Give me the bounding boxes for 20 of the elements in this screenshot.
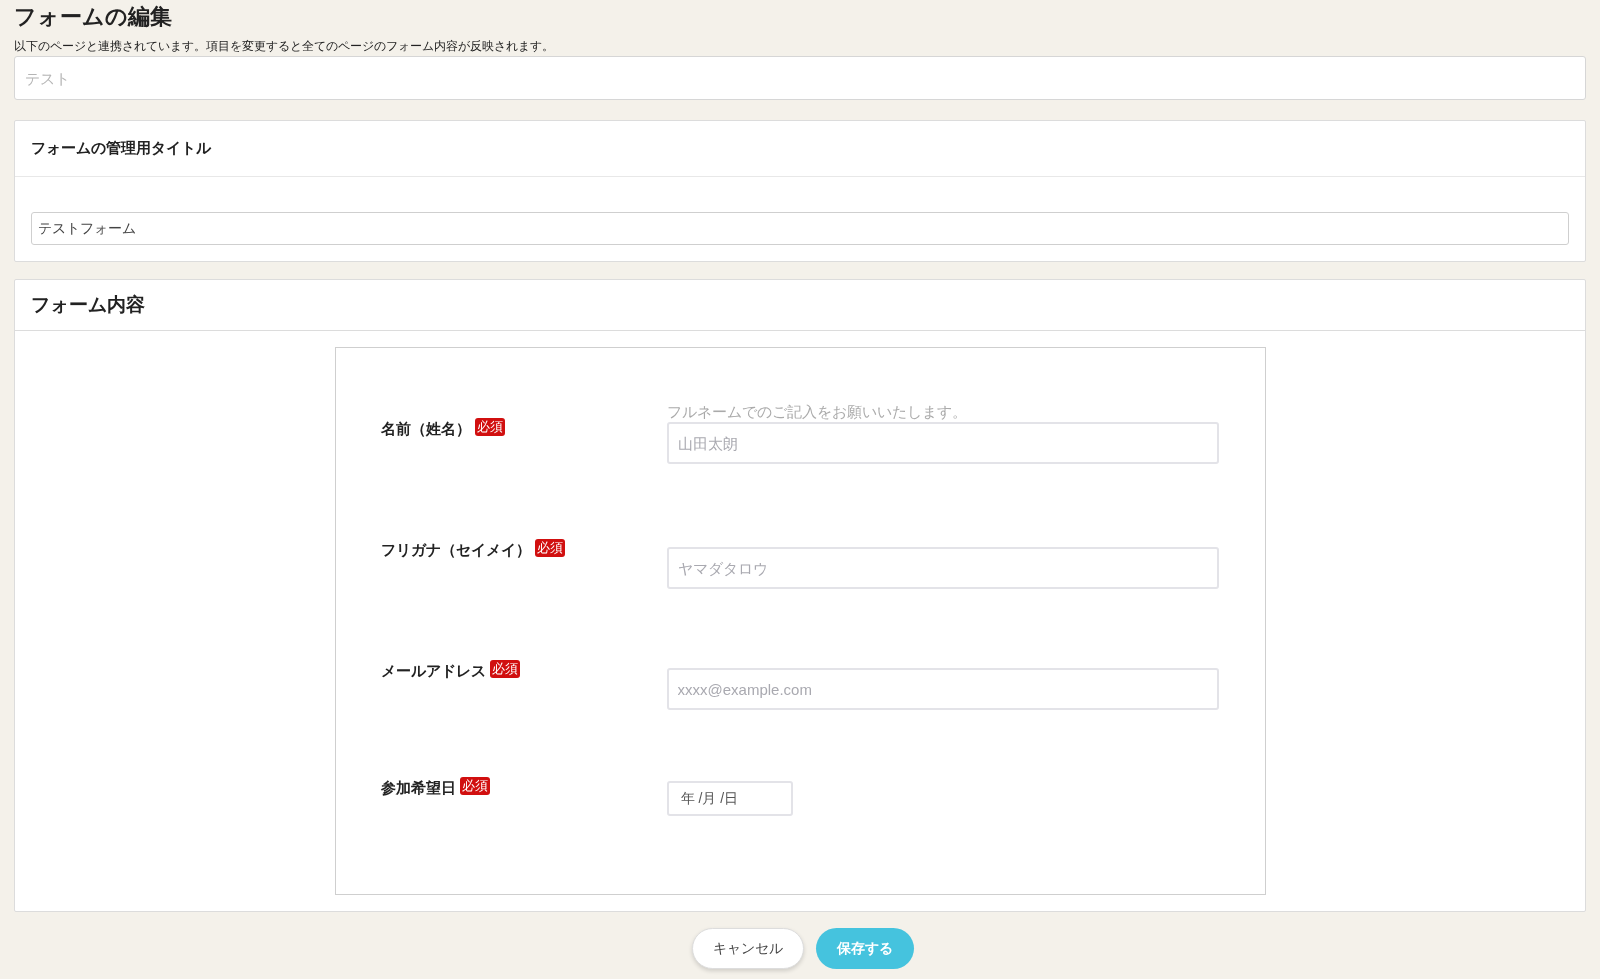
field-label: フリガナ（セイメイ）	[380, 540, 531, 560]
field-hint: フルネームでのご記入をお願いいたします。	[666, 402, 967, 422]
page-description: 以下のページと連携されています。項目を変更すると全てのページのフォーム内容が反映されます。	[14, 38, 554, 54]
text-field[interactable]: xxxx@example.com	[666, 668, 1219, 710]
card-heading: フォームの管理用タイトル	[31, 138, 211, 159]
text-field[interactable]: ヤマダタロウ	[666, 547, 1219, 589]
card-heading: フォーム内容	[31, 292, 145, 317]
date-field[interactable]: 年 /月 /日	[666, 781, 793, 816]
page-title: フォームの編集	[14, 3, 172, 31]
field-label: 参加希望日	[380, 778, 456, 798]
linked-pages-field[interactable]: テスト	[14, 56, 1586, 100]
admin-title-field[interactable]: テストフォーム	[31, 212, 1569, 245]
text-field[interactable]: 山田太朗	[666, 422, 1219, 464]
required-badge: 必須	[489, 660, 520, 678]
required-badge: 必須	[459, 777, 490, 795]
field-label: メールアドレス	[380, 661, 486, 681]
field-label: 名前（姓名）	[380, 419, 471, 439]
required-badge: 必須	[534, 539, 565, 557]
required-badge: 必須	[474, 418, 505, 436]
cancel-button[interactable]: キャンセル	[691, 928, 804, 969]
